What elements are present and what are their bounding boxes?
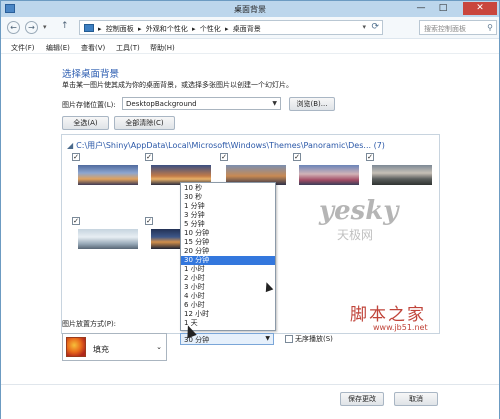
thumbnail-checkbox[interactable]: ✓ bbox=[145, 217, 153, 225]
control-panel-icon bbox=[84, 24, 94, 32]
address-bar[interactable]: ▸ 控制面板 ▸ 外观和个性化 ▸ 个性化 ▸ 桌面背景 ▾ ⟳ bbox=[79, 20, 383, 35]
shuffle-label: 无序播放(S) bbox=[295, 335, 333, 343]
cancel-button[interactable]: 取消 bbox=[394, 392, 438, 406]
breadcrumb-separator: ▸ bbox=[191, 25, 196, 33]
menu-bar: 文件(F) 编辑(E) 查看(V) 工具(T) 帮助(H) bbox=[1, 40, 499, 54]
title-bar: 桌面背景 — □ ✕ bbox=[1, 1, 499, 17]
forward-button[interactable]: → bbox=[25, 21, 38, 34]
interval-option[interactable]: 1 天 bbox=[181, 319, 275, 328]
breadcrumb-appearance[interactable]: 外观和个性化 bbox=[146, 25, 188, 33]
picture-location-label: 图片存储位置(L): bbox=[62, 101, 116, 109]
page-description: 单击某一图片使其成为你的桌面背景，或选择多张图片以创建一个幻灯片。 bbox=[62, 81, 293, 89]
shuffle-checkbox[interactable] bbox=[285, 335, 293, 343]
picture-location-value: DesktopBackground bbox=[126, 100, 197, 108]
refresh-icon[interactable]: ⟳ bbox=[371, 22, 379, 32]
thumbnail-checkbox[interactable]: ✓ bbox=[293, 153, 301, 161]
picture-location-select[interactable]: DesktopBackground ▼ bbox=[122, 97, 281, 110]
address-dropdown-icon[interactable]: ▾ bbox=[362, 23, 366, 31]
fill-preview-image bbox=[66, 337, 86, 357]
search-box[interactable]: 搜索控制面板 ⚲ bbox=[419, 20, 497, 35]
interval-dropdown-list: 10 秒 30 秒1 分钟 3 分钟 5 分钟 10 分钟 15 分钟 20 分钟 30 分钟… bbox=[180, 182, 276, 331]
picture-position-label: 图片放置方式(P): bbox=[62, 320, 117, 328]
chevron-down-icon: ▼ bbox=[265, 335, 270, 342]
thumbnail-checkbox[interactable]: ✓ bbox=[72, 217, 80, 225]
select-all-button[interactable]: 全选(A) bbox=[62, 116, 109, 130]
shuffle-option[interactable]: 无序播放(S) bbox=[285, 334, 333, 344]
content-area: 选择桌面背景 单击某一图片使其成为你的桌面背景，或选择多张图片以创建一个幻灯片。… bbox=[1, 54, 499, 419]
interval-option[interactable]: 5 分钟 bbox=[181, 220, 275, 229]
yesky-watermark: yesky bbox=[319, 196, 399, 226]
interval-option[interactable]: 3 分钟 bbox=[181, 211, 275, 220]
desktop-background-window: 桌面背景 — □ ✕ ← → ▾ ↑ ▸ 控制面板 ▸ 外观和个性化 ▸ 个性化… bbox=[0, 0, 500, 419]
wallpaper-image bbox=[78, 229, 138, 249]
clear-all-button[interactable]: 全部清除(C) bbox=[114, 116, 175, 130]
wallpaper-image bbox=[78, 165, 138, 185]
thumbnail-checkbox[interactable]: ✓ bbox=[72, 153, 80, 161]
search-placeholder: 搜索控制面板 bbox=[424, 25, 466, 33]
recent-pages-dropdown[interactable]: ▾ bbox=[43, 23, 47, 31]
folder-group-header[interactable]: ◢ C:\用户\Shiny\AppData\Local\Microsoft\Win… bbox=[67, 140, 385, 151]
page-title: 选择桌面背景 bbox=[62, 69, 120, 80]
picture-position-select[interactable]: 填充 ⌄ bbox=[62, 333, 167, 361]
interval-option[interactable]: 1 小时 bbox=[181, 265, 275, 274]
wallpaper-thumbnail[interactable]: ✓ bbox=[366, 153, 434, 201]
interval-option[interactable]: 30 秒 bbox=[181, 193, 275, 202]
interval-option[interactable]: 1 分钟 bbox=[181, 202, 275, 211]
breadcrumb-control-panel[interactable]: 控制面板 bbox=[106, 25, 134, 33]
interval-option[interactable]: 4 小时 bbox=[181, 292, 275, 301]
footer-divider bbox=[1, 384, 499, 385]
interval-option[interactable]: 10 秒 bbox=[181, 184, 275, 193]
interval-option[interactable]: 6 小时 bbox=[181, 301, 275, 310]
wallpaper-image bbox=[372, 165, 432, 185]
up-button[interactable]: ↑ bbox=[61, 21, 69, 31]
menu-view[interactable]: 查看(V) bbox=[81, 43, 105, 53]
interval-option[interactable]: 2 小时 bbox=[181, 274, 275, 283]
interval-option[interactable]: 12 小时 bbox=[181, 310, 275, 319]
menu-edit[interactable]: 编辑(E) bbox=[46, 43, 70, 53]
navigation-bar: ← → ▾ ↑ ▸ 控制面板 ▸ 外观和个性化 ▸ 个性化 ▸ 桌面背景 ▾ ⟳… bbox=[1, 17, 499, 39]
wallpaper-thumbnail[interactable]: ✓ bbox=[72, 217, 140, 265]
thumbnail-checkbox[interactable]: ✓ bbox=[145, 153, 153, 161]
interval-option[interactable]: 20 分钟 bbox=[181, 247, 275, 256]
collapse-icon[interactable]: ◢ bbox=[67, 141, 73, 150]
interval-option[interactable]: 3 小时 bbox=[181, 283, 275, 292]
thumbnail-checkbox[interactable]: ✓ bbox=[366, 153, 374, 161]
jb51-watermark: 脚本之家 bbox=[350, 305, 426, 325]
wallpaper-image bbox=[299, 165, 359, 185]
thumbnail-checkbox[interactable]: ✓ bbox=[220, 153, 228, 161]
folder-path: C:\用户\Shiny\AppData\Local\Microsoft\Wind… bbox=[76, 141, 385, 150]
yesky-cn-watermark: 天极网 bbox=[337, 228, 374, 242]
close-button[interactable]: ✕ bbox=[463, 2, 497, 15]
minimize-button[interactable]: — bbox=[411, 2, 431, 15]
chevron-down-icon: ⌄ bbox=[156, 343, 162, 351]
save-changes-button[interactable]: 保存更改 bbox=[340, 392, 384, 406]
breadcrumb-personalization[interactable]: 个性化 bbox=[200, 25, 221, 33]
breadcrumb-desktop-background[interactable]: 桌面背景 bbox=[233, 25, 261, 33]
breadcrumb-separator: ▸ bbox=[137, 25, 142, 33]
breadcrumb-separator: ▸ bbox=[98, 25, 102, 33]
back-button[interactable]: ← bbox=[7, 21, 20, 34]
browse-button[interactable]: 浏览(B)... bbox=[289, 97, 335, 111]
interval-option[interactable]: 15 分钟 bbox=[181, 238, 275, 247]
interval-option[interactable]: 30 分钟 bbox=[181, 256, 275, 265]
menu-help[interactable]: 帮助(H) bbox=[150, 43, 175, 53]
jb51-url-watermark: www.jb51.net bbox=[373, 323, 428, 332]
maximize-button[interactable]: □ bbox=[433, 2, 453, 15]
chevron-down-icon: ▼ bbox=[272, 100, 277, 107]
wallpaper-thumbnail[interactable]: ✓ bbox=[72, 153, 140, 201]
breadcrumb: ▸ 控制面板 ▸ 外观和个性化 ▸ 个性化 ▸ 桌面背景 bbox=[98, 24, 263, 34]
wallpaper-thumbnail[interactable]: ✓ bbox=[293, 153, 361, 201]
menu-file[interactable]: 文件(F) bbox=[11, 43, 35, 53]
breadcrumb-separator: ▸ bbox=[224, 25, 229, 33]
picture-position-value: 填充 bbox=[93, 345, 109, 354]
interval-option[interactable]: 10 分钟 bbox=[181, 229, 275, 238]
menu-tools[interactable]: 工具(T) bbox=[116, 43, 140, 53]
search-icon[interactable]: ⚲ bbox=[487, 23, 493, 32]
